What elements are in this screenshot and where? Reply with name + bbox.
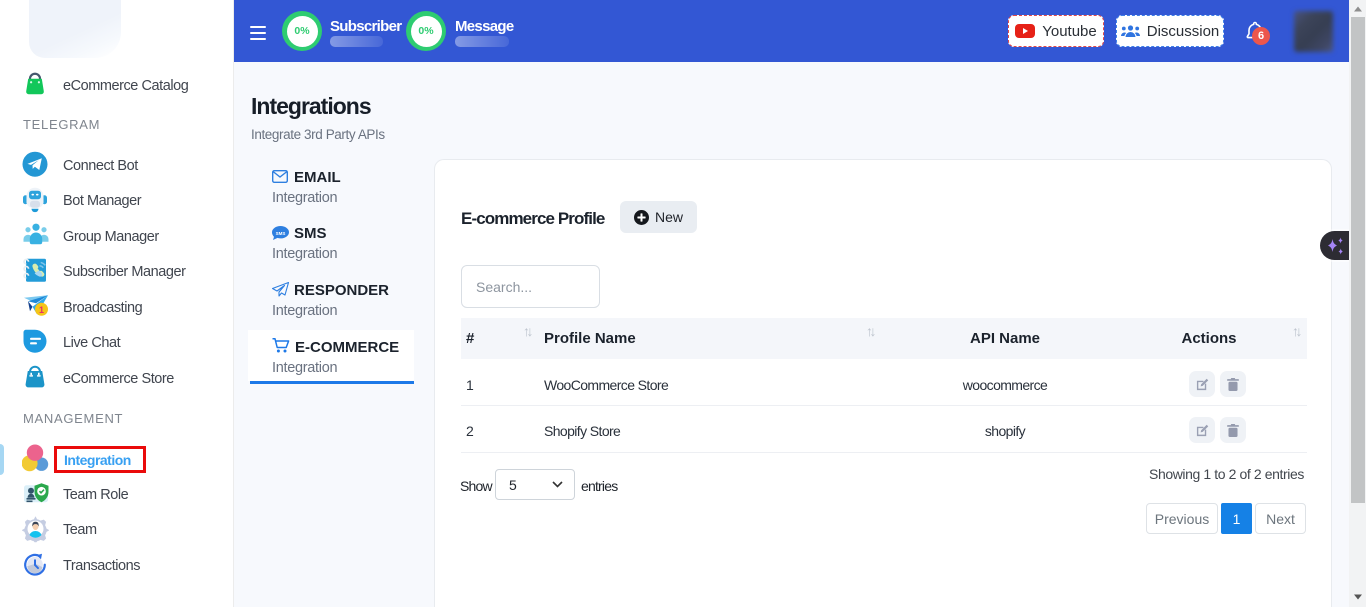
svg-text:1: 1 bbox=[39, 305, 44, 315]
svg-text:SMS: SMS bbox=[276, 231, 286, 236]
